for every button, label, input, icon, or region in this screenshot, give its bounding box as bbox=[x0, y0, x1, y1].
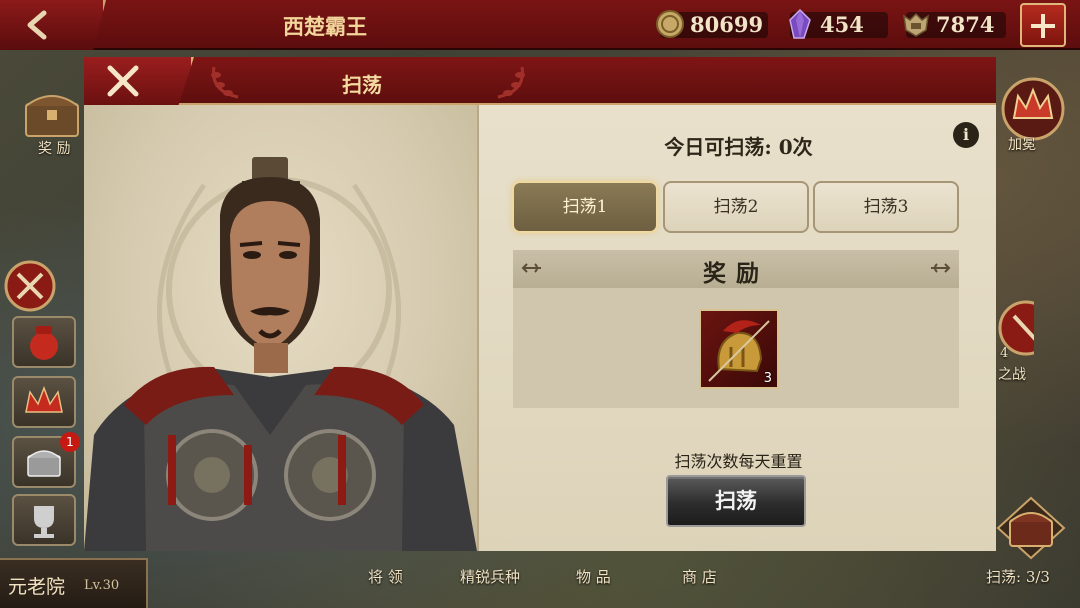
info-icon: i bbox=[962, 125, 970, 144]
back-arrow-icon bbox=[27, 10, 47, 40]
coin-counter[interactable]: 80699 bbox=[656, 10, 768, 38]
royal-crown-icon bbox=[1001, 77, 1065, 141]
gem-icon bbox=[789, 8, 811, 39]
bottom-tab-generals[interactable]: 将 领 bbox=[368, 566, 403, 587]
close-icon bbox=[107, 65, 139, 97]
close-button[interactable] bbox=[84, 57, 194, 105]
player-info[interactable]: 元老院 Lv.30 bbox=[0, 558, 148, 608]
sidebar-crown-button[interactable] bbox=[12, 376, 76, 428]
reward-header-bar: 奖励 bbox=[513, 250, 959, 288]
reward-list: 3 bbox=[513, 288, 959, 408]
sweep-panel: 今日可扫荡: 0次 i 扫荡1 扫荡2 扫荡3 奖励 3 扫荡次数每天重置 扫荡 bbox=[477, 105, 996, 551]
reward-chest-widget[interactable] bbox=[22, 84, 82, 140]
reset-note: 扫荡次数每天重置 bbox=[674, 452, 803, 471]
crown-emblem-widget[interactable] bbox=[1000, 76, 1066, 142]
player-level: Lv.30 bbox=[84, 578, 120, 593]
coin-value: 80699 bbox=[690, 12, 764, 37]
add-resource-button[interactable] bbox=[1020, 3, 1066, 47]
modal-title: 扫荡 bbox=[342, 73, 382, 97]
top-title: 西楚霸王 bbox=[283, 14, 367, 39]
token-counter[interactable]: 7874 bbox=[903, 12, 1006, 38]
general-portrait-panel bbox=[84, 105, 477, 551]
reward-label: 奖 励 bbox=[38, 141, 71, 157]
laurel-right-icon bbox=[497, 66, 525, 99]
flourish-right-icon bbox=[931, 263, 951, 273]
chest-icon bbox=[25, 95, 79, 137]
tab-sweep-1[interactable]: 扫荡1 bbox=[512, 181, 658, 233]
tab-sweep-2[interactable]: 扫荡2 bbox=[663, 181, 809, 233]
sweep-button[interactable]: 扫荡 bbox=[666, 475, 806, 527]
sweep-counter: 扫荡: 3/3 bbox=[986, 568, 1050, 586]
general-portrait bbox=[84, 157, 477, 551]
player-name: 元老院 bbox=[8, 576, 66, 598]
battle-number: 4 bbox=[1000, 346, 1009, 361]
reward-item[interactable]: 3 bbox=[699, 309, 779, 389]
bottom-tab-shop[interactable]: 商 店 bbox=[682, 566, 717, 587]
back-button[interactable] bbox=[0, 0, 106, 50]
sweep-chest-widget[interactable] bbox=[996, 496, 1066, 560]
crown-icon bbox=[25, 385, 63, 413]
notification-badge: 1 bbox=[60, 432, 80, 452]
coin-icon bbox=[656, 10, 684, 38]
bottom-tab-items[interactable]: 物 品 bbox=[576, 566, 611, 587]
tab-sweep-3[interactable]: 扫荡3 bbox=[813, 181, 959, 233]
modal-header: 扫荡 bbox=[84, 57, 996, 105]
info-button[interactable]: i bbox=[953, 122, 979, 148]
top-bar: 西楚霸王 80699 454 7874 bbox=[0, 0, 1080, 50]
sidebar-bag-button[interactable] bbox=[12, 316, 76, 368]
wooden-chest-icon bbox=[996, 496, 1066, 560]
token-value: 7874 bbox=[936, 12, 995, 37]
laurel-left-icon bbox=[211, 66, 239, 99]
sweep-remaining-text: 今日可扫荡: 0次 bbox=[664, 135, 813, 159]
trophy-icon bbox=[34, 506, 54, 538]
bottom-tab-elite-troops[interactable]: 精锐兵种 bbox=[460, 566, 520, 587]
reward-title: 奖励 bbox=[703, 260, 769, 287]
gem-value: 454 bbox=[820, 12, 864, 37]
sidebar-trophy-button[interactable] bbox=[12, 494, 76, 546]
battle-label: 之战 bbox=[998, 367, 1026, 383]
crown-label: 加冕 bbox=[1008, 137, 1036, 153]
eagle-token-icon bbox=[903, 12, 929, 37]
gem-counter[interactable]: 454 bbox=[789, 8, 888, 39]
bag-icon bbox=[30, 326, 58, 360]
crossed-swords-icon bbox=[4, 260, 56, 312]
reward-count: 3 bbox=[763, 371, 772, 386]
battle-emblem-left[interactable] bbox=[2, 258, 58, 314]
